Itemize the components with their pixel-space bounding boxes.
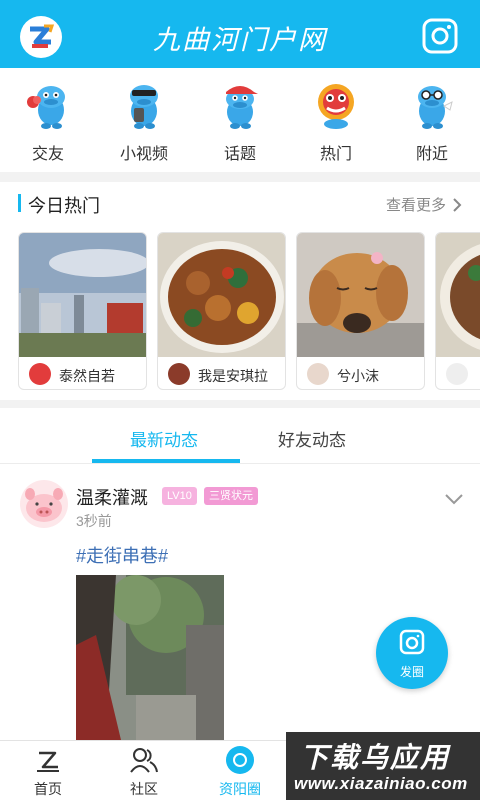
today-hot-title: 今日热门 (28, 196, 100, 216)
app-title: 九曲河门户网 (153, 25, 327, 56)
category-label: 小视频 (119, 146, 168, 163)
post-image[interactable] (76, 575, 224, 740)
pig-avatar-icon (25, 488, 63, 522)
post-circle-button[interactable]: 发圈 (376, 617, 448, 689)
category-video[interactable]: 小视频 (96, 68, 192, 172)
hot-card[interactable]: 兮小沫 (296, 232, 425, 390)
lion-dance-icon (318, 84, 354, 129)
category-label: 交友 (31, 146, 64, 163)
camera-icon (399, 629, 425, 655)
hot-card-username: 泰然自若 (59, 368, 115, 384)
hot-card[interactable]: 我是安琪拉 (157, 232, 286, 390)
home-logo-icon (37, 751, 59, 772)
post-avatar[interactable] (20, 480, 68, 528)
tab-friends[interactable]: 好友动态 (278, 426, 346, 451)
nav-label: 首页 (34, 781, 62, 797)
noodle-soup-image (436, 233, 480, 357)
category-label: 热门 (319, 146, 352, 163)
braised-chicken-dish-image (158, 233, 285, 357)
category-row: 交友 小视频 话题 热门 附近 (0, 68, 480, 172)
section-divider (0, 400, 480, 408)
nav-ziyang-circle[interactable]: 资阳圈 (192, 741, 288, 800)
hippo-glasses-icon (418, 86, 453, 129)
community-icon (130, 748, 158, 773)
post-username[interactable]: 温柔灌溉 (76, 484, 148, 510)
hippo-rose-icon (27, 86, 65, 129)
category-label: 附近 (415, 146, 448, 163)
golden-retriever-image (297, 233, 424, 357)
hot-card[interactable]: 泰然自若 (18, 232, 147, 390)
category-label: 话题 (223, 146, 256, 163)
title-badge: 三贤状元 (204, 487, 258, 505)
post-time: 3秒前 (76, 513, 112, 529)
chevron-right-icon (453, 197, 462, 212)
section-accent-bar (18, 194, 21, 212)
nav-label: 资阳圈 (219, 781, 261, 797)
circle-icon (226, 746, 254, 774)
watermark-logo: 下载乌应用 www.xiazainiao.com (286, 732, 480, 800)
view-more-label: 查看更多 (385, 197, 446, 214)
nav-label: 社区 (130, 781, 158, 797)
category-nearby[interactable]: 附近 (384, 68, 480, 172)
fab-label: 发圈 (399, 665, 424, 679)
section-divider (0, 172, 480, 182)
active-tab-indicator (92, 459, 240, 463)
user-avatar (446, 363, 468, 385)
nav-home[interactable]: 首页 (0, 741, 96, 800)
user-avatar (307, 363, 329, 385)
hippo-cap-icon (226, 86, 258, 129)
hippo-phone-icon (130, 85, 158, 129)
instagram-camera-icon[interactable] (422, 18, 458, 54)
hot-cards-carousel[interactable]: 泰然自若 我是安琪拉 兮小沫 (18, 232, 480, 392)
user-avatar (29, 363, 51, 385)
app-header: 九曲河门户网 (0, 0, 480, 68)
tab-latest[interactable]: 最新动态 (130, 426, 198, 451)
hot-card[interactable] (435, 232, 480, 390)
nav-community[interactable]: 社区 (96, 741, 192, 800)
category-topic[interactable]: 话题 (192, 68, 288, 172)
city-skyline-image (19, 233, 146, 357)
feed-tabs: 最新动态 好友动态 (0, 410, 480, 464)
watermark-main-text: 下载乌应用 (300, 742, 451, 773)
user-avatar (168, 363, 190, 385)
post-hashtag[interactable]: #走街串巷# (76, 542, 168, 568)
hot-card-username: 兮小沫 (337, 368, 379, 384)
category-jiaoyou[interactable]: 交友 (0, 68, 96, 172)
view-more-link[interactable]: 查看更多 (386, 194, 462, 215)
watermark-url-text: www.xiazainiao.com (294, 774, 468, 793)
chevron-down-icon[interactable] (444, 492, 464, 506)
category-hot[interactable]: 热门 (288, 68, 384, 172)
hot-card-username: 我是安琪拉 (198, 368, 268, 384)
level-badge: LV10 (162, 487, 197, 505)
